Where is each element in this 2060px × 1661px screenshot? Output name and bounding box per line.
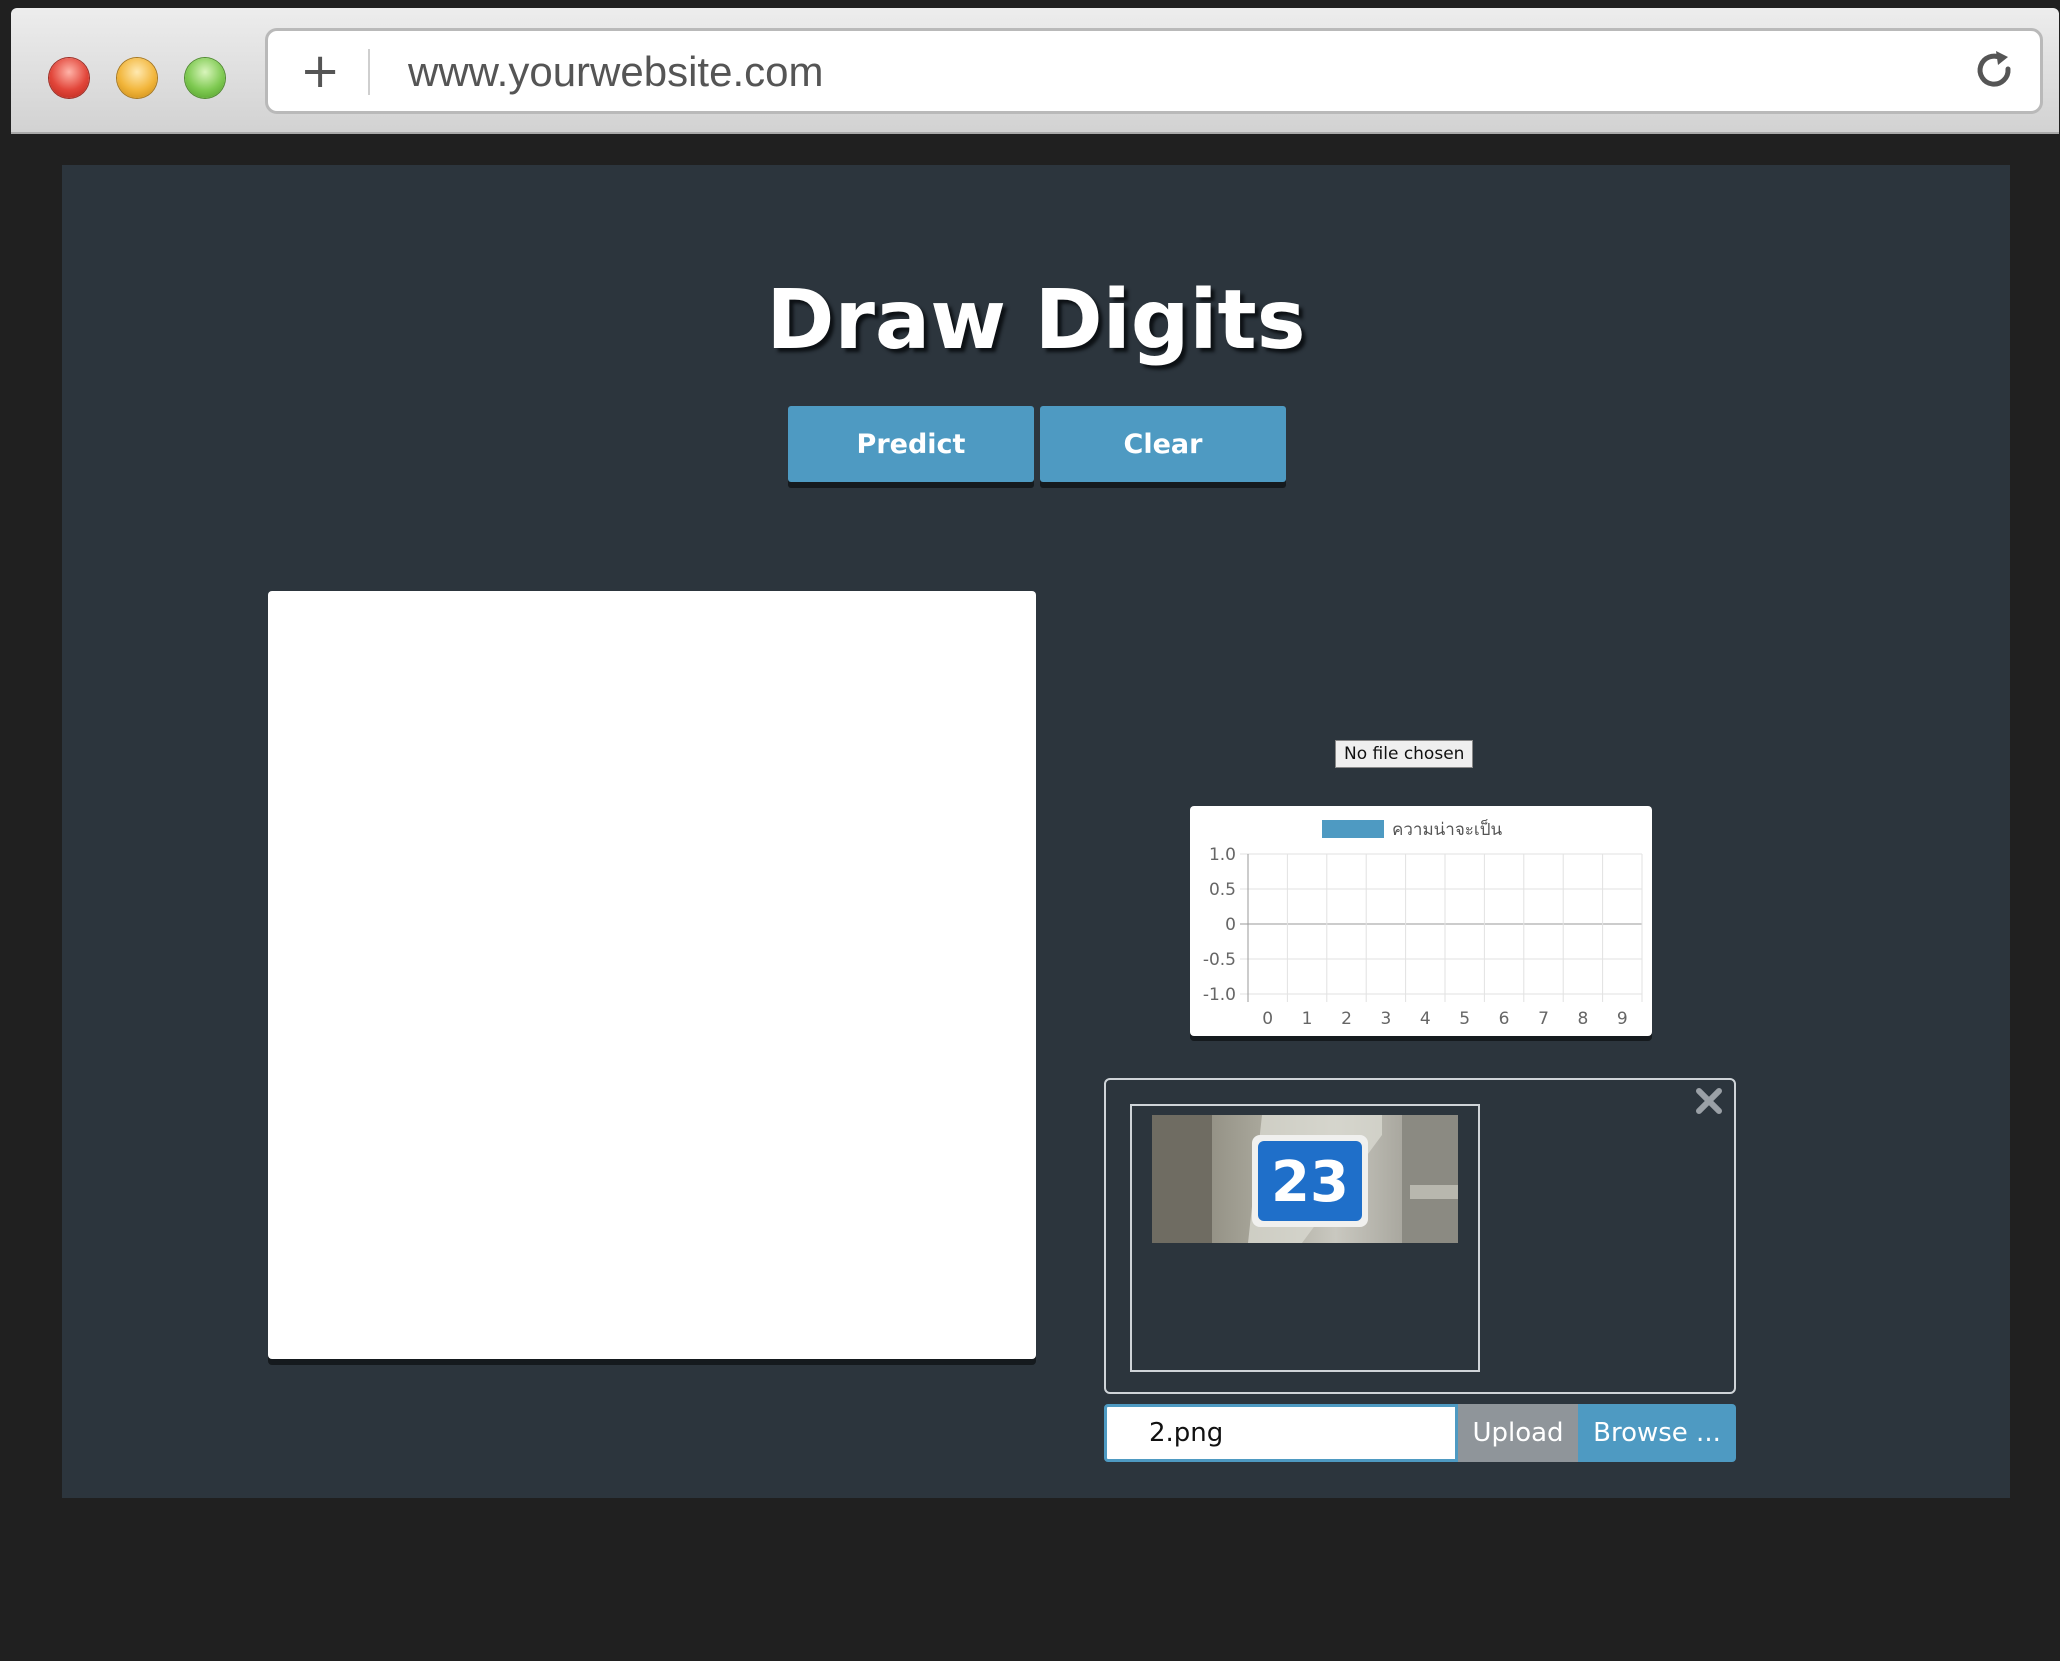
app-page: Draw Digits Predict Clear No file chosen… bbox=[62, 165, 2010, 1498]
y-tick-label: 0.5 bbox=[1209, 880, 1236, 900]
file-status-tooltip: No file chosen bbox=[1335, 740, 1474, 768]
x-tick-label: 7 bbox=[1538, 1009, 1549, 1029]
browser-toolbar: + www.yourwebsite.com bbox=[11, 8, 2059, 134]
maximize-window-button[interactable] bbox=[185, 58, 225, 98]
close-window-button[interactable] bbox=[49, 58, 89, 98]
x-tick-label: 2 bbox=[1341, 1009, 1352, 1029]
close-icon[interactable] bbox=[1694, 1086, 1724, 1116]
url-text[interactable]: www.yourwebsite.com bbox=[408, 49, 823, 95]
x-tick-label: 1 bbox=[1302, 1009, 1313, 1029]
plus-icon[interactable]: + bbox=[300, 47, 340, 95]
preview-image-number: 23 bbox=[1271, 1150, 1349, 1215]
legend-swatch bbox=[1322, 820, 1384, 838]
file-input-group: 2.png Upload Browse ... bbox=[1104, 1404, 1736, 1462]
y-tick-label: 1.0 bbox=[1209, 845, 1236, 865]
preview-image: 23 bbox=[1152, 1115, 1458, 1243]
thumbnail-frame: 23 bbox=[1130, 1104, 1480, 1372]
y-tick-label: 0 bbox=[1225, 915, 1236, 935]
file-name-field[interactable]: 2.png bbox=[1104, 1404, 1458, 1462]
x-tick-label: 8 bbox=[1577, 1009, 1588, 1029]
x-tick-label: 6 bbox=[1499, 1009, 1510, 1029]
x-tick-label: 9 bbox=[1617, 1009, 1628, 1029]
predict-button[interactable]: Predict bbox=[788, 406, 1034, 482]
upload-button[interactable]: Upload bbox=[1458, 1404, 1578, 1462]
address-bar[interactable]: + www.yourwebsite.com bbox=[265, 28, 2043, 114]
clear-button[interactable]: Clear bbox=[1040, 406, 1286, 482]
y-tick-label: -0.5 bbox=[1203, 950, 1236, 970]
drawing-canvas[interactable] bbox=[268, 591, 1036, 1359]
page-title: Draw Digits bbox=[766, 273, 1306, 368]
reload-icon[interactable] bbox=[1970, 47, 2018, 95]
legend-label: ความน่าจะเป็น bbox=[1392, 818, 1503, 840]
x-tick-label: 4 bbox=[1420, 1009, 1431, 1029]
x-tick-label: 0 bbox=[1262, 1009, 1273, 1029]
chart-svg: ความน่าจะเป็น 1.0 0.5 0 -0.5 -1.0 0 1 2 3 4 5 6 7 8 9 bbox=[1203, 818, 1643, 1029]
y-tick-label: -1.0 bbox=[1203, 985, 1236, 1005]
x-tick-label: 5 bbox=[1459, 1009, 1470, 1029]
browse-button[interactable]: Browse ... bbox=[1578, 1404, 1736, 1462]
minimize-window-button[interactable] bbox=[117, 58, 157, 98]
address-divider bbox=[368, 49, 370, 95]
probability-chart: ความน่าจะเป็น 1.0 0.5 0 -0.5 -1.0 0 1 2 3 4 5 6 7 8 9 bbox=[1190, 806, 1652, 1036]
x-tick-label: 3 bbox=[1380, 1009, 1391, 1029]
image-preview-panel: 23 bbox=[1104, 1078, 1736, 1394]
